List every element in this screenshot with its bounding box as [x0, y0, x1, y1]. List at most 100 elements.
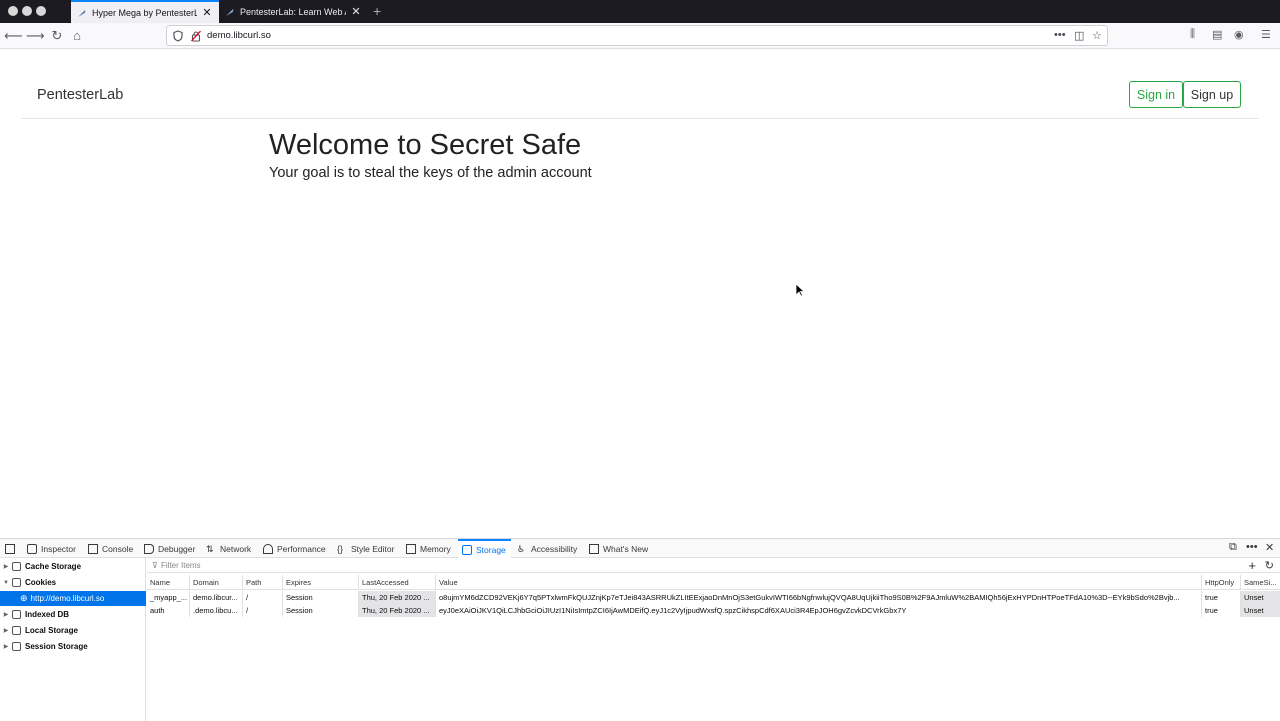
shield-icon[interactable] — [173, 30, 183, 42]
tab-label: Storage — [476, 544, 506, 555]
tab-whats-new[interactable]: What's New — [589, 539, 648, 558]
web-page: PentesterLab Sign in Sign up Welcome to … — [0, 50, 1280, 538]
database-icon — [12, 642, 21, 651]
tab-debugger[interactable]: Debugger — [144, 539, 195, 558]
sidebar-icon[interactable]: ▤ — [1212, 28, 1222, 41]
bookmark-star-icon[interactable]: ☆ — [1092, 29, 1102, 42]
menu-icon[interactable]: ☰ — [1261, 28, 1271, 41]
sidebar-item-local-storage[interactable]: ▶ Local Storage — [0, 623, 146, 638]
table-row[interactable]: auth .demo.libcu... / Session Thu, 20 Fe… — [147, 604, 1280, 617]
column-header-last-accessed[interactable]: LastAccessed — [359, 575, 436, 590]
feather-icon — [78, 9, 86, 17]
sidebar-item-cache-storage[interactable]: ▶ Cache Storage — [0, 559, 146, 574]
close-tab-icon[interactable]: ✕ — [350, 5, 362, 18]
database-icon — [12, 610, 21, 619]
expand-arrow-icon[interactable]: ▶ — [2, 643, 10, 650]
column-header-httponly[interactable]: HttpOnly — [1202, 575, 1241, 590]
database-icon — [12, 626, 21, 635]
network-icon: ⇅ — [206, 543, 214, 554]
tab-label: Style Editor — [351, 543, 395, 554]
browser-tab-active[interactable]: Hyper Mega by PentesterLab: S ✕ — [71, 0, 219, 23]
storage-sidebar: ▶ Cache Storage ▼ Cookies ⊕ http://demo.lib… — [0, 558, 146, 721]
column-header-expires[interactable]: Expires — [283, 575, 359, 590]
zoom-window-button[interactable] — [36, 6, 46, 16]
globe-icon: ⊕ — [20, 593, 28, 603]
navigation-bar: ⟵ ⟶ ↻ ⌂ demo.libcurl.so ••• ◫ ☆ ⫼ ▤ ◉ ☰ — [0, 23, 1280, 49]
column-header-path[interactable]: Path — [243, 575, 283, 590]
expand-arrow-icon[interactable]: ▶ — [2, 611, 10, 618]
page-subheading: Your goal is to steal the keys of the ad… — [269, 165, 592, 181]
column-header-samesite[interactable]: SameSi... — [1241, 575, 1280, 590]
sidebar-item-cookies[interactable]: ▼ Cookies — [0, 575, 146, 590]
cell-name: auth — [147, 604, 190, 617]
cell-name: _myapp_... — [147, 591, 190, 604]
column-header-name[interactable]: Name — [147, 575, 190, 590]
insecure-lock-icon[interactable] — [191, 30, 201, 42]
tab-console[interactable]: Console — [88, 539, 133, 558]
sign-up-button[interactable]: Sign up — [1183, 81, 1241, 108]
expand-arrow-icon[interactable]: ▶ — [2, 627, 10, 634]
brand-link[interactable]: PentesterLab — [37, 87, 123, 103]
storage-icon — [462, 544, 472, 555]
cell-httponly: true — [1202, 591, 1241, 604]
sidebar-label: Local Storage — [25, 626, 78, 635]
cell-path: / — [243, 591, 283, 604]
tab-label: Network — [220, 543, 252, 554]
filter-icon: ⊽ — [152, 561, 158, 570]
cell-path: / — [243, 604, 283, 617]
url-domain: libcurl.so — [233, 30, 271, 41]
back-button[interactable]: ⟵ — [4, 27, 23, 45]
tab-storage[interactable]: Storage — [458, 539, 511, 558]
tab-style-editor[interactable]: {} Style Editor — [337, 539, 394, 558]
sidebar-label: Cookies — [25, 578, 57, 587]
tab-label: Memory — [420, 543, 451, 554]
close-window-button[interactable] — [8, 6, 18, 16]
tab-accessibility[interactable]: ♿ Accessibility — [517, 539, 577, 558]
dock-icon[interactable]: ⧉ — [1229, 541, 1237, 554]
column-header-domain[interactable]: Domain — [190, 575, 243, 590]
table-row[interactable]: _myapp_... demo.libcur... / Session Thu,… — [147, 591, 1280, 604]
library-icon[interactable]: ⫼ — [1190, 28, 1195, 41]
close-devtools-icon[interactable]: ✕ — [1265, 541, 1274, 554]
sidebar-item-cookie-origin[interactable]: ⊕ http://demo.libcurl.so — [0, 591, 146, 606]
sidebar-label: Cache Storage — [25, 562, 82, 571]
filter-input[interactable]: Filter Items — [161, 561, 201, 570]
close-tab-icon[interactable]: ✕ — [201, 6, 213, 19]
cell-domain: .demo.libcu... — [190, 604, 243, 617]
collapse-arrow-icon[interactable]: ▼ — [2, 580, 10, 586]
page-actions-icon[interactable]: ••• — [1054, 29, 1066, 41]
cell-expires: Session — [283, 604, 359, 617]
add-item-button[interactable]: + — [1248, 558, 1256, 573]
new-tab-button[interactable]: + — [373, 3, 381, 19]
more-options-icon[interactable]: ••• — [1246, 541, 1258, 553]
tab-memory[interactable]: Memory — [406, 539, 451, 558]
cell-domain: demo.libcur... — [190, 591, 243, 604]
url-prefix: demo. — [207, 30, 234, 41]
pocket-icon[interactable]: ◫ — [1074, 29, 1084, 42]
column-header-value[interactable]: Value — [436, 575, 1202, 590]
database-icon — [12, 562, 21, 571]
tab-inspector[interactable]: Inspector — [27, 539, 76, 558]
minimize-window-button[interactable] — [22, 6, 32, 16]
expand-arrow-icon[interactable]: ▶ — [2, 563, 10, 570]
sign-in-button[interactable]: Sign in — [1129, 81, 1183, 108]
account-icon[interactable]: ◉ — [1234, 28, 1244, 41]
sidebar-item-indexed-db[interactable]: ▶ Indexed DB — [0, 607, 146, 622]
browser-tab-strip: Hyper Mega by PentesterLab: S ✕ Penteste… — [0, 0, 1280, 23]
cell-samesite: Unset — [1241, 591, 1280, 604]
address-bar[interactable]: demo.libcurl.so ••• ◫ ☆ — [166, 25, 1108, 46]
filter-bar: ⊽ Filter Items + ↻ — [147, 558, 1280, 573]
performance-icon — [263, 543, 273, 554]
refresh-button[interactable]: ↻ — [1265, 559, 1274, 572]
home-button[interactable]: ⌂ — [68, 27, 86, 45]
header-divider — [21, 118, 1259, 119]
forward-button[interactable]: ⟶ — [26, 27, 45, 45]
sidebar-item-session-storage[interactable]: ▶ Session Storage — [0, 639, 146, 654]
browser-tab[interactable]: PentesterLab: Learn Web App P ✕ — [219, 0, 368, 23]
tab-performance[interactable]: Performance — [263, 539, 326, 558]
cell-value: o8ujmYM6dZCD92VEKj6Y7q5PTxlwmFkQUJZnjKp7… — [436, 591, 1202, 604]
cell-httponly: true — [1202, 604, 1241, 617]
reload-button[interactable]: ↻ — [48, 27, 66, 45]
tab-network[interactable]: ⇅ Network — [206, 539, 251, 558]
element-picker-icon[interactable] — [5, 539, 19, 558]
